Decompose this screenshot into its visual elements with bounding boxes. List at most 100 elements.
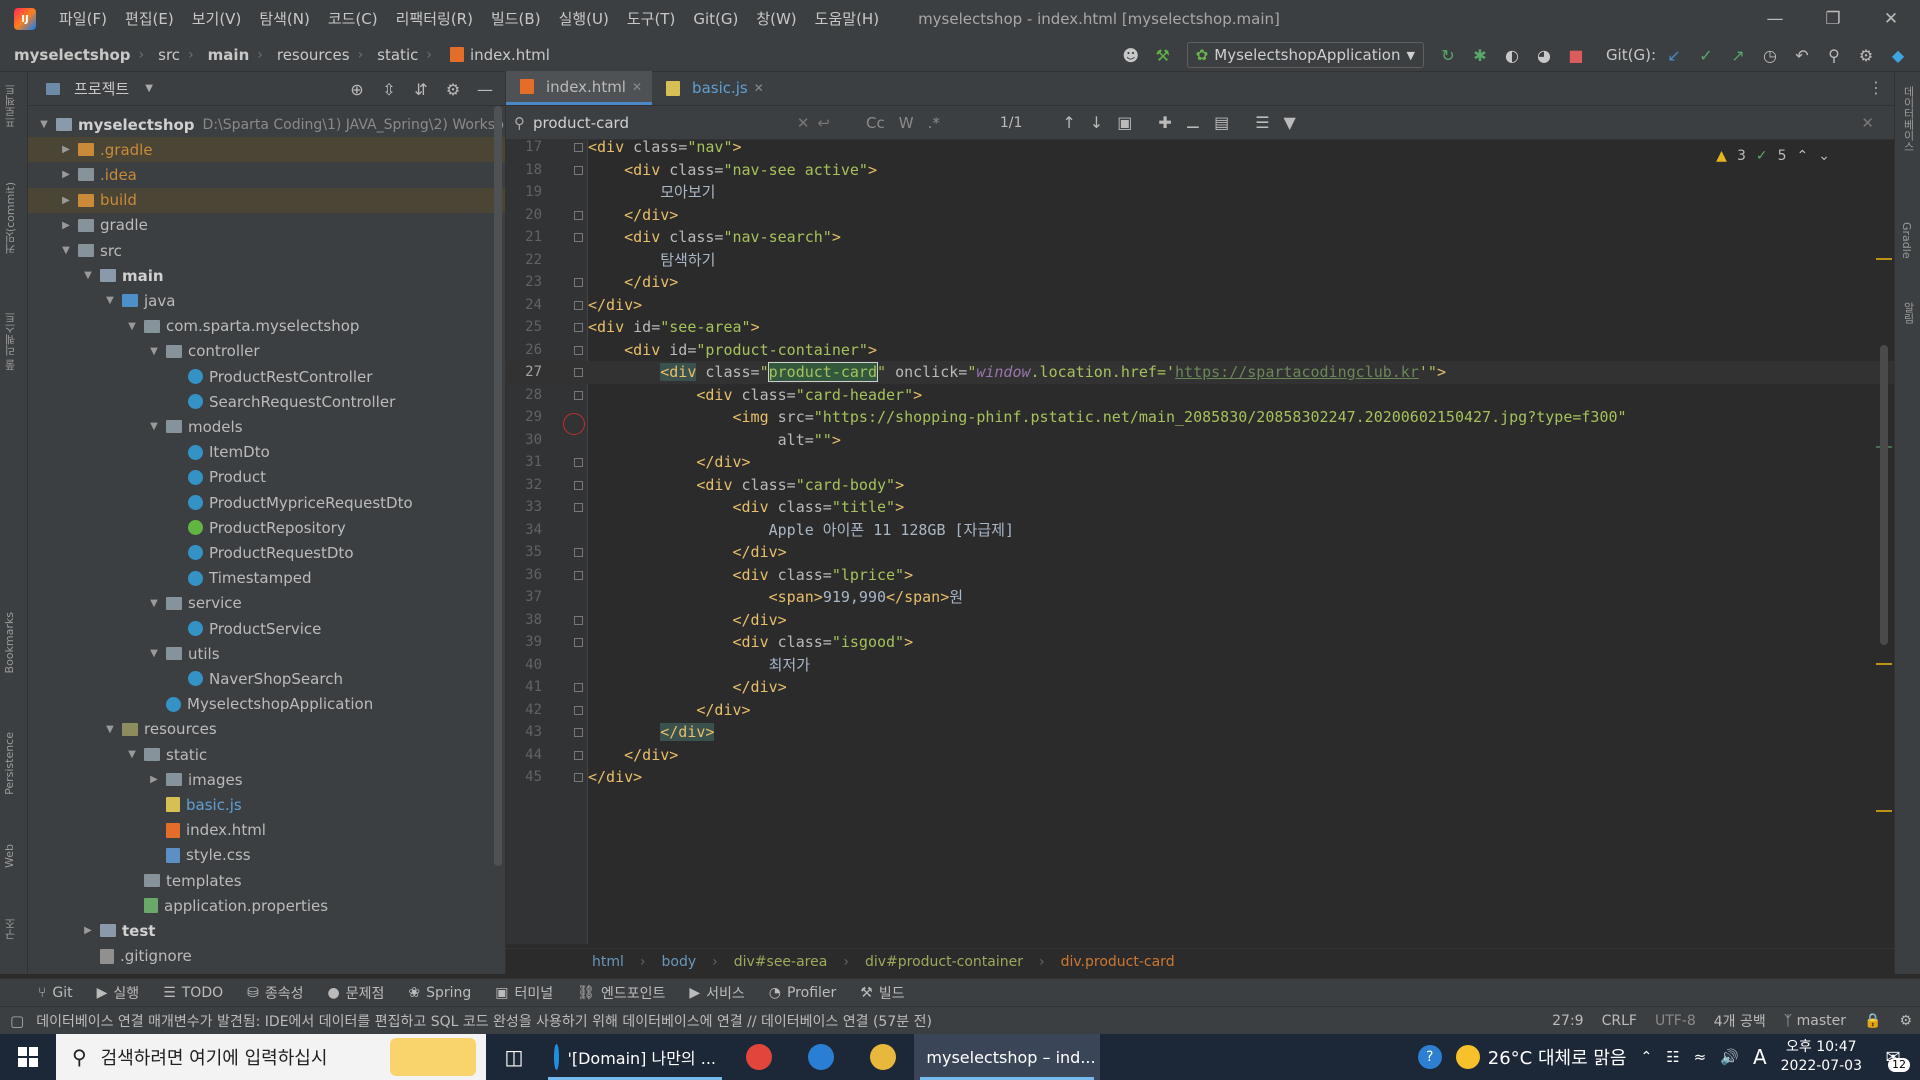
tree-item[interactable]: application.properties bbox=[28, 893, 505, 918]
tree-item[interactable]: ▶ .gradle bbox=[28, 137, 505, 163]
close-tab-icon[interactable]: ✕ bbox=[632, 80, 642, 94]
menu-item[interactable]: 리팩터링(R) bbox=[387, 0, 482, 38]
tree-item[interactable]: ▶ test bbox=[28, 918, 505, 943]
menu-item[interactable]: 빌드(B) bbox=[482, 0, 550, 38]
tree-item[interactable]: index.html bbox=[28, 818, 505, 843]
build-hammer-icon[interactable]: ⚒ bbox=[1149, 41, 1177, 69]
editor-breadcrumb-item[interactable]: html bbox=[592, 954, 640, 970]
menu-item[interactable]: Git(G) bbox=[684, 0, 747, 38]
git-commit-icon[interactable]: ✓ bbox=[1692, 41, 1720, 69]
tree-item[interactable]: ▼ main bbox=[28, 263, 505, 288]
menu-item[interactable]: 편집(E) bbox=[116, 0, 183, 38]
fold-marker-icon[interactable] bbox=[574, 638, 583, 647]
file-encoding[interactable]: UTF-8 bbox=[1655, 1013, 1696, 1029]
menu-item[interactable]: 파일(F) bbox=[50, 0, 116, 38]
expanded-arrow-icon[interactable]: ▼ bbox=[102, 724, 118, 735]
expanded-arrow-icon[interactable]: ▼ bbox=[146, 598, 162, 609]
run-configuration-selector[interactable]: ✿ MyselectshopApplication ▼ bbox=[1186, 42, 1424, 68]
fold-marker-icon[interactable] bbox=[574, 368, 583, 377]
regex-history-icon[interactable]: ↩ bbox=[817, 114, 830, 132]
tree-item[interactable]: ▶ .idea bbox=[28, 162, 505, 187]
notification-center-icon[interactable]: ✉ 12 bbox=[1876, 1042, 1910, 1072]
tree-item[interactable]: ▼ controller bbox=[28, 339, 505, 364]
help-icon[interactable]: ? bbox=[1417, 1045, 1442, 1069]
more-options-icon[interactable]: ⋮ bbox=[1868, 78, 1884, 97]
memory-indicator-icon[interactable]: ⚙ bbox=[1899, 1013, 1912, 1029]
lock-icon[interactable]: 🔒 bbox=[1864, 1013, 1881, 1029]
expanded-arrow-icon[interactable]: ▼ bbox=[58, 245, 74, 256]
tree-item[interactable]: templates bbox=[28, 868, 505, 893]
breadcrumb-src[interactable]: src bbox=[144, 46, 180, 64]
menu-item[interactable]: 도움말(H) bbox=[806, 0, 888, 38]
editor-breadcrumb-item[interactable]: div.product-card bbox=[1061, 954, 1191, 970]
menu-item[interactable]: 도구(T) bbox=[618, 0, 684, 38]
fold-marker-icon[interactable] bbox=[574, 210, 583, 220]
tree-item[interactable]: ▼ models bbox=[28, 414, 505, 439]
tool-window-button[interactable]: ⚒ 빌드 bbox=[860, 983, 904, 1003]
taskbar-app[interactable]: myselectshop – ind... bbox=[914, 1034, 1100, 1080]
line-separator[interactable]: CRLF bbox=[1602, 1013, 1637, 1029]
fold-marker-icon[interactable] bbox=[574, 705, 583, 715]
clear-icon[interactable]: ✕ bbox=[797, 114, 810, 132]
select-all-occurrences-icon[interactable]: ▣ bbox=[1117, 113, 1132, 132]
fold-marker-icon[interactable] bbox=[574, 300, 583, 310]
menu-item[interactable]: 탐색(N) bbox=[250, 0, 319, 38]
tree-item[interactable]: ▼ com.sparta.myselectshop bbox=[28, 314, 505, 339]
profile-icon[interactable]: ◕ bbox=[1530, 41, 1558, 69]
ime-indicator[interactable]: A bbox=[1753, 1045, 1767, 1069]
tree-item[interactable]: SearchRequestController bbox=[28, 389, 505, 414]
chevron-down-icon[interactable]: ▼ bbox=[145, 83, 153, 94]
breadcrumb-project[interactable]: myselectshop bbox=[0, 46, 131, 64]
expanded-arrow-icon[interactable]: ▼ bbox=[146, 648, 162, 659]
fold-marker-icon[interactable] bbox=[574, 615, 583, 625]
fold-marker-icon[interactable] bbox=[574, 143, 583, 152]
web-tool-tab[interactable]: Web bbox=[3, 844, 16, 868]
tree-item[interactable]: ProductRestController bbox=[28, 364, 505, 389]
expanded-arrow-icon[interactable]: ▼ bbox=[124, 321, 140, 332]
previous-occurrence-icon[interactable]: ↑ bbox=[1062, 113, 1075, 132]
git-update-icon[interactable]: ↙ bbox=[1660, 41, 1688, 69]
settings-icon[interactable]: ⚙ bbox=[1852, 41, 1880, 69]
stop-icon[interactable]: ■ bbox=[1562, 41, 1590, 69]
search-icon[interactable]: ⚲ bbox=[1820, 41, 1848, 69]
fold-marker-icon[interactable] bbox=[574, 750, 583, 760]
weather-widget[interactable]: 26°C 대체로 맑음 bbox=[1455, 1044, 1626, 1070]
tree-item[interactable]: .gitignore bbox=[28, 944, 505, 969]
fold-marker-icon[interactable] bbox=[574, 773, 583, 782]
structure-tool-tab[interactable]: 구조 bbox=[3, 918, 19, 940]
show-hidden-icons[interactable]: ⌃ bbox=[1640, 1049, 1652, 1065]
status-icon[interactable]: ▢ bbox=[10, 1012, 24, 1030]
tree-item[interactable]: ▶ images bbox=[28, 767, 505, 792]
tree-item[interactable]: MyselectshopApplication bbox=[28, 692, 505, 717]
tree-item[interactable]: ▶ build bbox=[28, 187, 505, 213]
gear-icon[interactable]: ⚙ bbox=[439, 75, 467, 103]
fold-marker-icon[interactable] bbox=[574, 548, 583, 557]
close-find-icon[interactable]: ✕ bbox=[1861, 114, 1874, 132]
match-case-toggle[interactable]: Cc bbox=[866, 114, 885, 132]
database-tool-tab[interactable]: 데이터베이스 bbox=[1900, 86, 1916, 152]
expanded-arrow-icon[interactable]: ▼ bbox=[36, 119, 52, 130]
select-all-icon[interactable]: ▤ bbox=[1214, 113, 1229, 132]
task-view-icon[interactable]: ◫ bbox=[486, 1034, 542, 1080]
project-panel-title[interactable]: 프로젝트 bbox=[74, 78, 129, 99]
tree-item[interactable]: Timestamped bbox=[28, 566, 505, 591]
gradle-tool-tab[interactable]: Gradle bbox=[1900, 222, 1913, 259]
breakpoint-marker[interactable] bbox=[563, 413, 585, 435]
tree-item[interactable]: ▼ utils bbox=[28, 641, 505, 666]
tree-item[interactable]: ProductRequestDto bbox=[28, 540, 505, 565]
start-button[interactable] bbox=[0, 1034, 56, 1080]
tree-item[interactable]: basic.js bbox=[28, 792, 505, 817]
editor-tab[interactable]: index.html ✕ bbox=[506, 71, 653, 105]
tool-window-button[interactable]: ● 문제점 bbox=[328, 983, 385, 1003]
project-scrollbar[interactable] bbox=[494, 106, 502, 866]
indent-setting[interactable]: 4개 공백 bbox=[1714, 1011, 1766, 1031]
tool-window-button[interactable]: ◔ Profiler bbox=[769, 985, 837, 1001]
debug-icon[interactable]: ✱ bbox=[1466, 41, 1494, 69]
open-in-window-icon[interactable]: ☰ bbox=[1255, 113, 1269, 132]
warning-stripe[interactable] bbox=[1876, 663, 1892, 665]
restore-icon[interactable]: ❐ bbox=[1804, 0, 1862, 38]
tree-item[interactable]: build.gradle bbox=[28, 969, 505, 974]
menu-item[interactable]: 실행(U) bbox=[550, 0, 618, 38]
add-occurrence-icon[interactable]: ✚ bbox=[1158, 113, 1171, 132]
editor-breadcrumb-item[interactable]: div#see-area bbox=[734, 954, 844, 970]
